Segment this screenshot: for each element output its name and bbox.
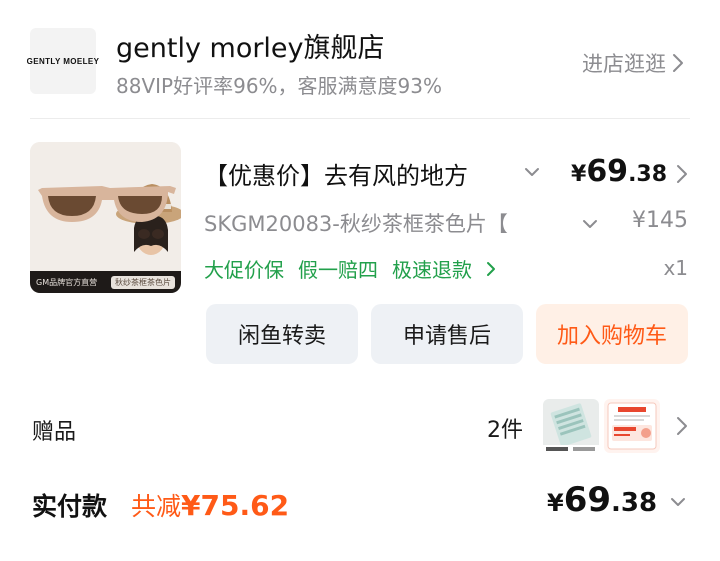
order-card: GENTLY MOELEY gently morley旗舰店 88VIP好评率9… [0,0,720,561]
gift-label: 赠品 [32,420,77,445]
gift-thumbnail[interactable] [604,399,660,453]
gift-count[interactable]: 2件 [487,412,523,444]
total-discount: 共减¥75.62 [131,487,289,523]
total-payment: ¥69.38 [547,480,657,520]
resell-button[interactable]: 闲鱼转卖 [206,304,358,364]
shop-logo-text: GENTLY MOELEY [26,56,100,66]
total-decimal: .38 [611,488,658,518]
product-image[interactable]: GM品牌官方直营 秋纱茶框茶色片 [30,142,181,293]
service-badges[interactable]: 大促价保 假一赔四 极速退款 [204,254,496,283]
badge-fast-refund: 极速退款 [392,258,472,282]
chevron-down-icon[interactable] [522,162,542,182]
badge-fake-compensation: 假一赔四 [298,258,378,282]
after-sale-button[interactable]: 申请售后 [371,304,523,364]
sunglasses-product-image [30,142,181,271]
price-integer: 69 [586,154,629,189]
badge-price-protection: 大促价保 [204,258,284,282]
chevron-down-icon[interactable] [580,214,600,234]
chevron-right-icon [673,54,683,72]
original-price: ¥145 [632,208,688,233]
chevron-down-icon[interactable] [668,492,688,512]
shop-logo[interactable]: GENTLY MOELEY [27,28,99,94]
shop-name[interactable]: gently morley旗舰店 [116,26,385,65]
image-banner-tag: 秋纱茶框茶色片 [111,275,175,289]
product-title[interactable]: 【优惠价】去有风的地方 [204,156,512,191]
shop-rating-stats: 88VIP好评率96%，客服满意度93% [116,74,442,98]
visit-shop-link[interactable]: 进店逛逛 [582,48,684,78]
price-currency: ¥ [571,162,587,187]
image-banner-text: GM品牌官方直营 [36,277,98,287]
product-sku[interactable]: SKGM20083-秋纱茶框茶色片【 [204,208,532,238]
price-decimal: .38 [628,162,668,187]
chevron-right-icon[interactable] [676,416,688,436]
chevron-right-icon [487,261,495,276]
total-integer: 69 [563,480,612,520]
chevron-right-icon[interactable] [676,164,688,184]
visit-shop-label: 进店逛逛 [582,52,666,76]
gift-thumbnail[interactable] [543,399,599,453]
discount-prefix: 共减 [131,492,182,521]
actual-payment-label: 实付款 [32,492,108,521]
discount-amount: ¥75.62 [181,489,290,522]
total-currency: ¥ [547,489,564,517]
header-divider [30,118,690,119]
add-to-cart-button[interactable]: 加入购物车 [536,304,688,364]
product-price: ¥69.38 [571,154,667,189]
gift-card-image [543,399,599,453]
quantity: x1 [663,256,688,280]
gift-certificate-image [604,399,660,453]
product-image-banner: GM品牌官方直营 秋纱茶框茶色片 [30,271,181,293]
